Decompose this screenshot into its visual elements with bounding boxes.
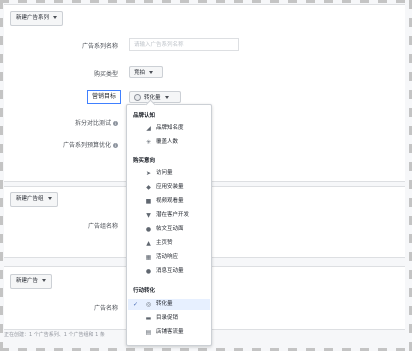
chevron-down-icon xyxy=(42,279,47,282)
reach-icon: ✳ xyxy=(145,139,152,146)
budget-opt-text: 广告系列预算优化 xyxy=(62,142,111,149)
info-icon[interactable]: i xyxy=(113,121,118,126)
funnel-icon: ▼ xyxy=(146,212,151,219)
goal-value: 转化量 xyxy=(144,95,161,101)
new-campaign-button[interactable]: 新建广告系列 xyxy=(10,11,64,26)
option-lead-generation[interactable]: ▼ 潜在客户开发 xyxy=(128,210,210,221)
checkmark-icon: ✓ xyxy=(133,301,139,308)
cursor-icon: ➤ xyxy=(145,170,152,177)
option-conversions[interactable]: ✓ ◎ 转化量 xyxy=(128,299,210,310)
globe-icon xyxy=(134,94,141,101)
creation-summary: 正在创建：1 个广告系列、1 个广告组和 1 条 xyxy=(4,332,105,338)
buy-type-select[interactable]: 竞拍 xyxy=(129,66,163,78)
goal-dropdown-menu: 品牌认知 ◢ 品牌知名度 ✳ 覆盖人数 购买意向 ➤ 访问量 ◆ 应用安装量 ■… xyxy=(126,99,212,346)
new-adset-button[interactable]: 新建广告组 xyxy=(10,192,58,207)
option-messages[interactable]: ● 消息互动量 xyxy=(128,266,210,277)
option-label: 应用安装量 xyxy=(156,184,184,190)
buy-type-label: 购买类型 xyxy=(93,71,118,78)
buy-type-value: 竞拍 xyxy=(134,70,146,76)
thumbs-up-icon: ▲ xyxy=(146,240,151,247)
option-label: 活动响应 xyxy=(156,254,179,260)
option-store-traffic[interactable]: ▤ 店铺客流量 xyxy=(128,327,210,338)
option-catalog-sales[interactable]: ▬ 目录促销 xyxy=(128,313,210,324)
option-video-views[interactable]: ■ 视频观看量 xyxy=(128,196,210,207)
goal-label-box: 营销目标 xyxy=(87,90,121,104)
option-brand-awareness[interactable]: ◢ 品牌知名度 xyxy=(128,123,210,134)
option-label: 访问量 xyxy=(156,170,173,176)
option-label: 覆盖人数 xyxy=(156,139,179,145)
new-campaign-label: 新建广告系列 xyxy=(16,15,50,21)
chevron-down-icon xyxy=(53,16,58,19)
option-traffic[interactable]: ➤ 访问量 xyxy=(128,168,210,179)
option-label: 目录促销 xyxy=(156,315,179,321)
ad-name-label: 广告名称 xyxy=(93,305,118,312)
globe-icon: ◎ xyxy=(145,301,152,308)
video-icon: ■ xyxy=(145,198,152,205)
group-title-conversion: 行动转化 xyxy=(133,288,156,294)
option-page-likes[interactable]: ▲ 主页赞 xyxy=(128,238,210,249)
option-label: 潜在客户开发 xyxy=(156,212,190,218)
group-title-awareness: 品牌认知 xyxy=(133,113,156,119)
dashed-border-left xyxy=(0,0,3,351)
option-label: 转化量 xyxy=(156,301,173,307)
chevron-down-icon xyxy=(47,197,52,200)
new-adset-label: 新建广告组 xyxy=(16,196,44,202)
cart-icon: ▬ xyxy=(145,315,152,322)
option-app-installs[interactable]: ◆ 应用安装量 xyxy=(128,182,210,193)
megaphone-icon: ◢ xyxy=(146,125,151,132)
people-icon: ● xyxy=(145,226,152,233)
adset-name-label: 广告组名称 xyxy=(87,223,118,230)
option-event-responses[interactable]: ▦ 活动响应 xyxy=(128,252,210,263)
option-label: 品牌知名度 xyxy=(156,125,184,131)
chevron-down-icon xyxy=(149,71,154,74)
option-label: 帖文互动面 xyxy=(156,226,184,232)
option-label: 主页赞 xyxy=(156,240,173,246)
campaign-name-label: 广告系列名称 xyxy=(81,43,118,50)
campaign-name-input[interactable]: 请输入广告系列名称 xyxy=(129,38,239,51)
calendar-icon: ▦ xyxy=(145,254,152,261)
split-test-label: 拆分对比测试 i xyxy=(52,118,118,127)
budget-opt-label: 广告系列预算优化 i xyxy=(40,140,118,149)
chevron-down-icon xyxy=(164,96,169,99)
option-reach[interactable]: ✳ 覆盖人数 xyxy=(128,137,210,148)
option-label: 店铺客流量 xyxy=(156,329,184,335)
store-icon: ▤ xyxy=(145,329,152,336)
option-label: 消息互动量 xyxy=(156,268,184,274)
info-icon[interactable]: i xyxy=(113,143,118,148)
box-icon: ◆ xyxy=(146,184,151,191)
split-test-text: 拆分对比测试 xyxy=(74,120,111,127)
group-title-consideration: 购买意向 xyxy=(133,158,156,164)
new-ad-label: 新建广告 xyxy=(16,278,39,284)
option-label: 视频观看量 xyxy=(156,198,184,204)
dashed-border-top xyxy=(0,0,412,3)
goal-select[interactable]: 转化量 xyxy=(129,91,181,103)
goal-label: 营销目标 xyxy=(91,93,116,100)
chat-icon: ● xyxy=(145,268,152,275)
new-ad-button[interactable]: 新建广告 xyxy=(10,274,53,289)
option-engagement[interactable]: ● 帖文互动面 xyxy=(128,224,210,235)
